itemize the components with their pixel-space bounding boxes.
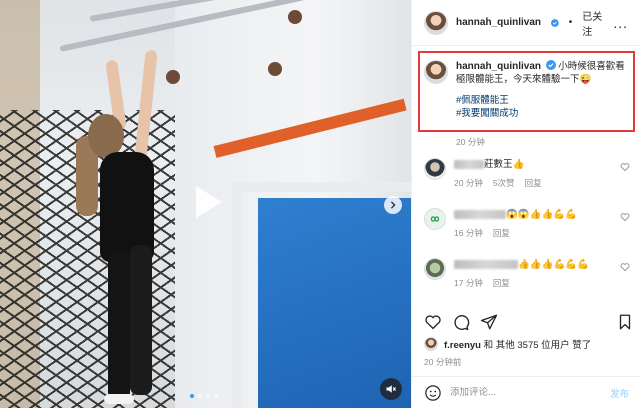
like-comment-heart-icon[interactable] (620, 212, 630, 222)
next-media-chevron-icon[interactable] (384, 196, 402, 214)
like-comment-heart-icon[interactable] (620, 262, 630, 272)
reply-button[interactable]: 回复 (525, 177, 542, 189)
hashtag-link[interactable]: #佩服體能王 (456, 94, 626, 107)
likes-summary: f.reenyu 和 其他 3575 位用户 赞了 (424, 337, 591, 351)
blurred-username (454, 209, 506, 219)
post-header: hannah_quinlivan • 已关注 ... (412, 0, 640, 46)
blurred-username (454, 159, 484, 169)
header-username[interactable]: hannah_quinlivan (456, 17, 541, 28)
infinity-icon (430, 216, 440, 222)
athlete-figure (76, 40, 188, 408)
post-side-panel: hannah_quinlivan • 已关注 ... hannah_quinli… (411, 0, 640, 408)
comment-text: 👍👍👍💪💪💪 (518, 259, 589, 270)
blurred-username (454, 259, 518, 269)
play-icon[interactable] (182, 178, 230, 226)
follow-status-button[interactable]: 已关注 (582, 8, 605, 38)
hashtag-link[interactable]: #我要闖關成功 (456, 107, 626, 120)
more-options-icon[interactable]: ... (613, 15, 628, 31)
caption-avatar[interactable] (424, 60, 448, 84)
blue-padding-wall (258, 198, 411, 408)
commenter-avatar[interactable] (424, 158, 446, 180)
comment-time: 20 分钟 (454, 178, 483, 188)
comment-input[interactable] (450, 387, 602, 398)
list-item: 😱😱👍👍💪💪 16 分钟 回复 (424, 208, 636, 258)
liker-avatar[interactable] (424, 337, 438, 351)
carousel-dots (190, 394, 218, 398)
post-timestamp: 20 分钟前 (424, 357, 462, 367)
verified-badge-icon (551, 18, 559, 27)
comment-time: 16 分钟 (454, 228, 483, 238)
likes-text[interactable]: 和 其他 3575 位用户 赞了 (484, 340, 592, 351)
commenter-avatar[interactable] (424, 208, 446, 230)
caption: hannah_quinlivan 小時候很喜歡看極限體能王，今天來體驗一下😜 #… (424, 60, 628, 120)
comment-likes[interactable]: 5次赞 (493, 177, 515, 189)
comment-time: 17 分钟 (454, 278, 483, 288)
liker-username[interactable]: f.reenyu (444, 340, 481, 351)
header-separator: • (568, 17, 573, 28)
like-heart-icon[interactable] (424, 313, 442, 331)
post-comment-button[interactable]: 发布 (610, 386, 629, 400)
comment-text: 😱😱👍👍💪💪 (506, 209, 577, 220)
caption-time: 20 分钟 (456, 137, 485, 147)
comment-bubble-icon[interactable] (452, 313, 470, 331)
comment-text: 莊數王👍 (484, 159, 525, 170)
commenter-avatar[interactable] (424, 258, 446, 280)
reply-button[interactable]: 回复 (493, 277, 510, 289)
list-item: 莊數王👍 20 分钟 5次赞 回复 (424, 158, 636, 208)
list-item: 👍👍👍💪💪💪 17 分钟 回复 (424, 258, 636, 308)
like-comment-heart-icon[interactable] (620, 162, 630, 172)
post-actions (424, 312, 634, 332)
mute-icon[interactable] (380, 378, 402, 400)
post-media[interactable] (0, 0, 411, 408)
share-send-icon[interactable] (480, 313, 498, 331)
reply-button[interactable]: 回复 (493, 227, 510, 239)
comment-composer: 发布 (412, 376, 640, 408)
comment-list: 莊數王👍 20 分钟 5次赞 回复 😱😱👍👍💪💪 16 分钟 回复 👍👍👍💪💪💪… (424, 158, 636, 308)
emoji-icon[interactable] (424, 384, 442, 402)
verified-badge-icon (545, 60, 556, 70)
save-bookmark-icon[interactable] (616, 313, 634, 331)
avatar[interactable] (424, 10, 448, 35)
caption-username[interactable]: hannah_quinlivan (456, 61, 541, 72)
